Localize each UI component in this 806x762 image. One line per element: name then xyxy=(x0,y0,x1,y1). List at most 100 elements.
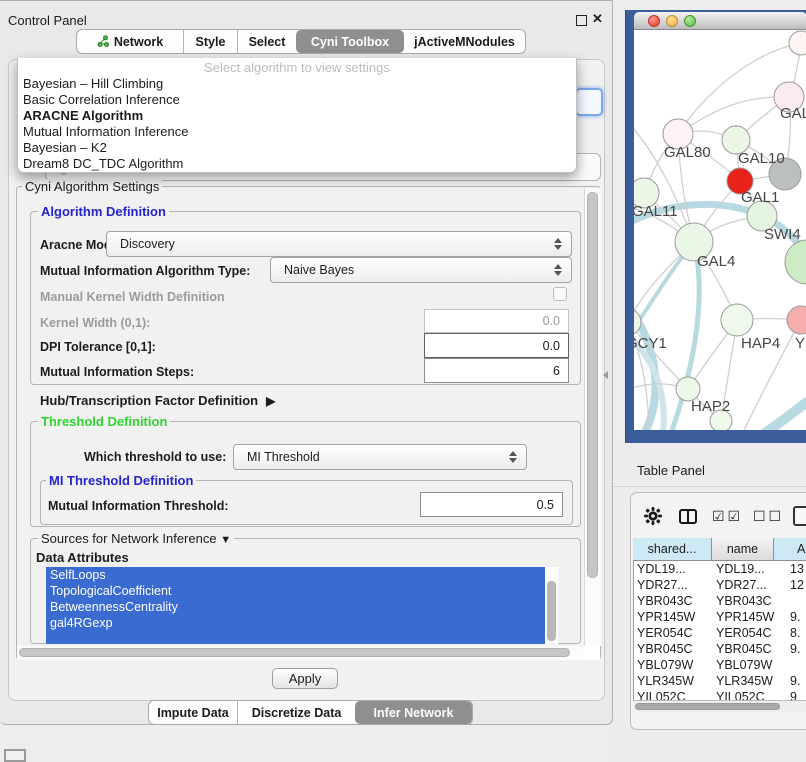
hub-definition-toggle[interactable]: Hub/Transcription Factor Definition▶ xyxy=(40,393,275,408)
data-attributes-list[interactable]: SelfLoopsTopologicalCoefficientBetweenne… xyxy=(46,567,558,644)
settings-horizontal-scrollbar-thumb[interactable] xyxy=(19,648,570,657)
which-threshold-label: Which threshold to use: xyxy=(84,450,226,464)
settings-horizontal-scrollbar[interactable] xyxy=(17,646,584,660)
mi-steps-input[interactable]: 6 xyxy=(424,358,569,383)
apply-button[interactable]: Apply xyxy=(272,668,338,689)
select-all-columns-icon[interactable]: ☑☑ xyxy=(712,508,743,525)
column-header-3[interactable]: A xyxy=(774,538,806,561)
minimized-panel-icon[interactable] xyxy=(4,749,26,762)
cyni-algorithm-settings-title: Cyni Algorithm Settings xyxy=(22,179,162,194)
table-cell: YDR27... xyxy=(633,577,712,593)
algorithm-dropdown-popup: Select algorithm to view settings Bayesi… xyxy=(17,58,577,173)
inference-algorithm-combo-fragment[interactable] xyxy=(575,88,603,116)
table-cell: YDR27... xyxy=(712,577,774,593)
tab-label: Cyni Toolbox xyxy=(311,35,389,49)
table-row[interactable]: YBL079WYBL079W xyxy=(633,657,806,673)
attr-item-topologicalcoefficient[interactable]: TopologicalCoefficient xyxy=(46,583,545,599)
attr-item-gal4rgexp[interactable]: gal4RGexp xyxy=(46,615,545,631)
network-window-titlebar[interactable] xyxy=(634,12,806,30)
document-icon[interactable] xyxy=(793,506,806,526)
tab-cyni-toolbox[interactable]: Cyni Toolbox xyxy=(296,30,404,53)
table-row[interactable]: YDR27...YDR27...12 xyxy=(633,577,806,593)
dpi-tolerance-input[interactable]: 0.0 xyxy=(424,333,569,358)
close-icon[interactable]: ✕ xyxy=(592,11,603,27)
tab-select[interactable]: Select xyxy=(238,30,296,53)
network-node[interactable] xyxy=(785,240,806,284)
attr-item-betweennesscentrality[interactable]: BetweennessCentrality xyxy=(46,599,545,615)
table-cell: YLR345W xyxy=(633,673,712,689)
table-horizontal-scrollbar-thumb[interactable] xyxy=(635,703,780,710)
table-header-row: shared...nameA xyxy=(633,538,806,561)
bottom-tab-impute-data[interactable]: Impute Data xyxy=(149,701,238,724)
network-node-label: HAP2 xyxy=(691,398,730,415)
close-traffic-light-icon[interactable] xyxy=(648,15,660,27)
table-row[interactable]: YBR045CYBR045C9. xyxy=(633,641,806,657)
network-canvas[interactable]: GALGAL80GAL10GAL1GAL11SWI4GAL4GCY1HAP4YH… xyxy=(634,30,806,430)
network-node[interactable] xyxy=(789,31,806,55)
table-row[interactable]: YIL052CYIL052C9 xyxy=(633,689,806,700)
table-row[interactable]: YPR145WYPR145W9. xyxy=(633,609,806,625)
bottom-tab-label: Discretize Data xyxy=(252,706,342,720)
table-horizontal-scrollbar[interactable] xyxy=(633,700,806,712)
table-cell: YLR345W xyxy=(712,673,774,689)
aracne-mode-combo[interactable]: Discovery xyxy=(106,231,572,257)
sources-toggle[interactable]: Sources for Network Inference ▼ xyxy=(38,531,234,546)
network-node-hap4[interactable] xyxy=(721,304,753,336)
dropdown-item-aracne-algorithm[interactable]: ARACNE Algorithm xyxy=(23,108,571,124)
dpi-tolerance-label: DPI Tolerance [0,1]: xyxy=(40,340,156,354)
algorithm-definition-title: Algorithm Definition xyxy=(38,204,169,219)
table-row[interactable]: YLR345WYLR345W9. xyxy=(633,673,806,689)
table-cell: 9. xyxy=(774,641,806,657)
mi-threshold-input[interactable]: 0.5 xyxy=(420,492,563,517)
panel-splitter-handle[interactable] xyxy=(603,371,608,379)
table-panel-titlebar: Table Panel xyxy=(613,455,806,487)
minimize-traffic-light-icon[interactable] xyxy=(666,15,678,27)
attr-item-selfloops[interactable]: SelfLoops xyxy=(46,567,545,583)
tab-network[interactable]: Network xyxy=(77,30,184,53)
table-cell: YIL052C xyxy=(633,689,712,700)
dropdown-item-bayesian-k2[interactable]: Bayesian – K2 xyxy=(23,140,571,156)
dropdown-item-dream8-dc-tdc-algorithm[interactable]: Dream8 DC_TDC Algorithm xyxy=(23,156,571,172)
manual-kernel-checkbox[interactable] xyxy=(553,287,567,301)
attr-items: SelfLoopsTopologicalCoefficientBetweenne… xyxy=(46,567,545,631)
deselect-columns-icon[interactable]: ☐☐ xyxy=(753,508,784,525)
which-threshold-combo[interactable]: MI Threshold xyxy=(233,444,527,470)
gear-icon[interactable] xyxy=(644,507,662,525)
settings-vertical-scrollbar-thumb[interactable] xyxy=(587,192,598,578)
attr-list-scrollbar-thumb[interactable] xyxy=(547,581,556,641)
settings-vertical-scrollbar[interactable] xyxy=(584,188,601,646)
dropdown-item-mutual-information-inference[interactable]: Mutual Information Inference xyxy=(23,124,571,140)
table-cell: YPR145W xyxy=(633,609,712,625)
tab-style[interactable]: Style xyxy=(184,30,238,53)
sources-title: Sources for Network Inference xyxy=(41,531,217,546)
network-tab-icon xyxy=(97,35,109,48)
table-cell: 12 xyxy=(774,577,806,593)
dropdown-item-bayesian-hill-climbing[interactable]: Bayesian – Hill Climbing xyxy=(23,76,571,92)
network-node-label: SWI4 xyxy=(764,226,801,243)
zoom-traffic-light-icon[interactable] xyxy=(684,15,696,27)
network-node-label: GAL xyxy=(780,105,806,122)
threshold-definition-title: Threshold Definition xyxy=(38,414,170,429)
network-node-y[interactable] xyxy=(787,306,806,334)
table-row[interactable]: YDL19...YDL19...13 xyxy=(633,561,806,577)
mi-algorithm-type-combo[interactable]: Naive Bayes xyxy=(270,257,572,283)
bottom-tab-discretize-data[interactable]: Discretize Data xyxy=(238,701,355,724)
mi-algorithm-type-label: Mutual Information Algorithm Type: xyxy=(40,264,250,278)
bottom-tab-infer-network[interactable]: Infer Network xyxy=(355,701,472,724)
column-header-1[interactable]: shared... xyxy=(633,538,712,561)
kernel-width-input[interactable]: 0.0 xyxy=(424,309,569,333)
tab-label: jActiveMNodules xyxy=(414,35,515,49)
dropdown-item-basic-correlation-inference[interactable]: Basic Correlation Inference xyxy=(23,92,571,108)
hub-definition-label: Hub/Transcription Factor Definition xyxy=(40,393,258,408)
table-cell: 9. xyxy=(774,609,806,625)
attr-item-partial[interactable] xyxy=(46,631,545,644)
table-row[interactable]: YBR043CYBR043C xyxy=(633,593,806,609)
table-cell: 8. xyxy=(774,625,806,641)
table-cell: YBR045C xyxy=(712,641,774,657)
table-row[interactable]: YER054CYER054C8. xyxy=(633,625,806,641)
network-node-label: GAL4 xyxy=(697,253,735,270)
split-view-icon[interactable] xyxy=(679,509,697,524)
float-window-icon[interactable] xyxy=(576,15,587,26)
column-header-2[interactable]: name xyxy=(712,538,774,561)
tab-jactivemnodules[interactable]: jActiveMNodules xyxy=(404,30,525,53)
